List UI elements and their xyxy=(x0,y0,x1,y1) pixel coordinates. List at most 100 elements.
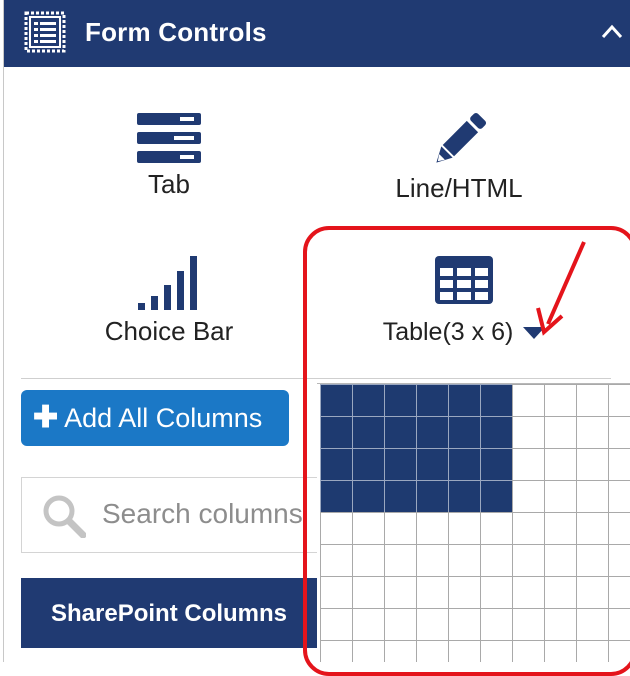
sharepoint-columns-header[interactable]: SharePoint Columns xyxy=(21,578,321,648)
table-grid-cell[interactable] xyxy=(416,576,449,609)
table-grid-cell[interactable] xyxy=(576,640,609,662)
table-grid-cell[interactable] xyxy=(576,608,609,641)
table-grid-cell[interactable] xyxy=(512,576,545,609)
table-grid-cell[interactable] xyxy=(320,416,353,449)
table-grid-cell[interactable] xyxy=(512,544,545,577)
table-grid-cell[interactable] xyxy=(384,480,417,513)
table-grid-cell[interactable] xyxy=(320,576,353,609)
table-grid-cell[interactable] xyxy=(320,512,353,545)
chevron-up-icon[interactable] xyxy=(600,22,624,40)
table-grid-cell[interactable] xyxy=(576,512,609,545)
table-grid-cell[interactable] xyxy=(608,384,630,417)
table-grid-cell[interactable] xyxy=(352,512,385,545)
table-grid-cell[interactable] xyxy=(352,448,385,481)
add-all-columns-button[interactable]: ✚ Add All Columns xyxy=(21,390,289,446)
table-grid-cell[interactable] xyxy=(384,544,417,577)
table-grid-cell[interactable] xyxy=(320,384,353,417)
table-grid-cell[interactable] xyxy=(608,480,630,513)
table-grid-cell[interactable] xyxy=(480,640,513,662)
table-grid-cell[interactable] xyxy=(352,384,385,417)
table-grid-cell[interactable] xyxy=(480,608,513,641)
table-control[interactable]: Table(3 x 6) xyxy=(364,255,564,347)
table-grid-cell[interactable] xyxy=(416,608,449,641)
table-grid-cell[interactable] xyxy=(544,480,577,513)
table-grid-cell[interactable] xyxy=(576,384,609,417)
table-grid-cell[interactable] xyxy=(480,576,513,609)
table-grid-cell[interactable] xyxy=(544,448,577,481)
table-grid-cell[interactable] xyxy=(544,640,577,662)
table-grid-cell[interactable] xyxy=(384,608,417,641)
table-grid-cell[interactable] xyxy=(576,480,609,513)
table-grid-cell[interactable] xyxy=(448,448,481,481)
table-grid-cell[interactable] xyxy=(352,544,385,577)
table-grid-cell[interactable] xyxy=(384,640,417,662)
table-grid-cell[interactable] xyxy=(512,448,545,481)
table-grid-cell[interactable] xyxy=(512,416,545,449)
table-grid-cell[interactable] xyxy=(320,480,353,513)
table-grid-cell[interactable] xyxy=(544,416,577,449)
table-grid-cell[interactable] xyxy=(480,544,513,577)
table-grid-cell[interactable] xyxy=(544,512,577,545)
table-grid-cell[interactable] xyxy=(416,480,449,513)
table-grid-cell[interactable] xyxy=(544,544,577,577)
table-grid-cell[interactable] xyxy=(544,384,577,417)
table-grid-cell[interactable] xyxy=(320,640,353,662)
table-grid-cell[interactable] xyxy=(448,416,481,449)
table-grid-cell[interactable] xyxy=(320,544,353,577)
table-grid-cell[interactable] xyxy=(448,576,481,609)
table-grid-cell[interactable] xyxy=(608,640,630,662)
table-grid-cell[interactable] xyxy=(480,384,513,417)
search-box[interactable] xyxy=(21,477,323,553)
table-grid-cell[interactable] xyxy=(416,640,449,662)
table-grid-cell[interactable] xyxy=(416,448,449,481)
table-grid-cell[interactable] xyxy=(544,608,577,641)
table-grid-cell[interactable] xyxy=(608,416,630,449)
table-grid-cell[interactable] xyxy=(512,480,545,513)
table-grid-cell[interactable] xyxy=(448,544,481,577)
table-grid-cell[interactable] xyxy=(608,544,630,577)
search-input[interactable] xyxy=(102,492,317,536)
table-grid-cell[interactable] xyxy=(448,608,481,641)
table-grid-cell[interactable] xyxy=(480,480,513,513)
table-grid-cell[interactable] xyxy=(352,480,385,513)
table-grid-cell[interactable] xyxy=(384,512,417,545)
line-html-control[interactable]: Line/HTML xyxy=(374,112,544,204)
table-size-picker[interactable] xyxy=(317,383,630,662)
table-grid-cell[interactable] xyxy=(448,384,481,417)
table-grid-cell[interactable] xyxy=(608,608,630,641)
choice-bar-control[interactable]: Choice Bar xyxy=(89,255,249,347)
table-grid-cell[interactable] xyxy=(352,416,385,449)
table-grid-cell[interactable] xyxy=(576,576,609,609)
table-grid-cell[interactable] xyxy=(384,384,417,417)
table-grid-cell[interactable] xyxy=(480,512,513,545)
table-grid-cell[interactable] xyxy=(320,448,353,481)
table-grid-cell[interactable] xyxy=(608,448,630,481)
panel-header[interactable]: Form Controls xyxy=(4,0,630,67)
caret-down-icon[interactable] xyxy=(523,327,546,340)
table-grid-cell[interactable] xyxy=(352,640,385,662)
table-grid-cell[interactable] xyxy=(576,544,609,577)
table-grid-cell[interactable] xyxy=(448,480,481,513)
table-grid-cell[interactable] xyxy=(448,512,481,545)
table-grid-cell[interactable] xyxy=(384,576,417,609)
table-grid-cell[interactable] xyxy=(448,640,481,662)
table-grid-cell[interactable] xyxy=(512,384,545,417)
table-grid-cell[interactable] xyxy=(480,416,513,449)
table-grid-cell[interactable] xyxy=(576,416,609,449)
table-grid-cell[interactable] xyxy=(352,608,385,641)
table-grid-cell[interactable] xyxy=(608,576,630,609)
table-grid-cell[interactable] xyxy=(512,608,545,641)
table-grid-cell[interactable] xyxy=(512,640,545,662)
table-grid-cell[interactable] xyxy=(512,512,545,545)
table-grid-cell[interactable] xyxy=(416,512,449,545)
table-grid-cell[interactable] xyxy=(608,512,630,545)
table-grid-cell[interactable] xyxy=(576,448,609,481)
table-grid-cell[interactable] xyxy=(480,448,513,481)
table-grid-cell[interactable] xyxy=(320,608,353,641)
table-grid-cell[interactable] xyxy=(384,448,417,481)
table-grid-cell[interactable] xyxy=(544,576,577,609)
table-grid-cell[interactable] xyxy=(416,416,449,449)
table-grid-cell[interactable] xyxy=(352,576,385,609)
table-grid-cell[interactable] xyxy=(416,544,449,577)
table-grid-cell[interactable] xyxy=(416,384,449,417)
